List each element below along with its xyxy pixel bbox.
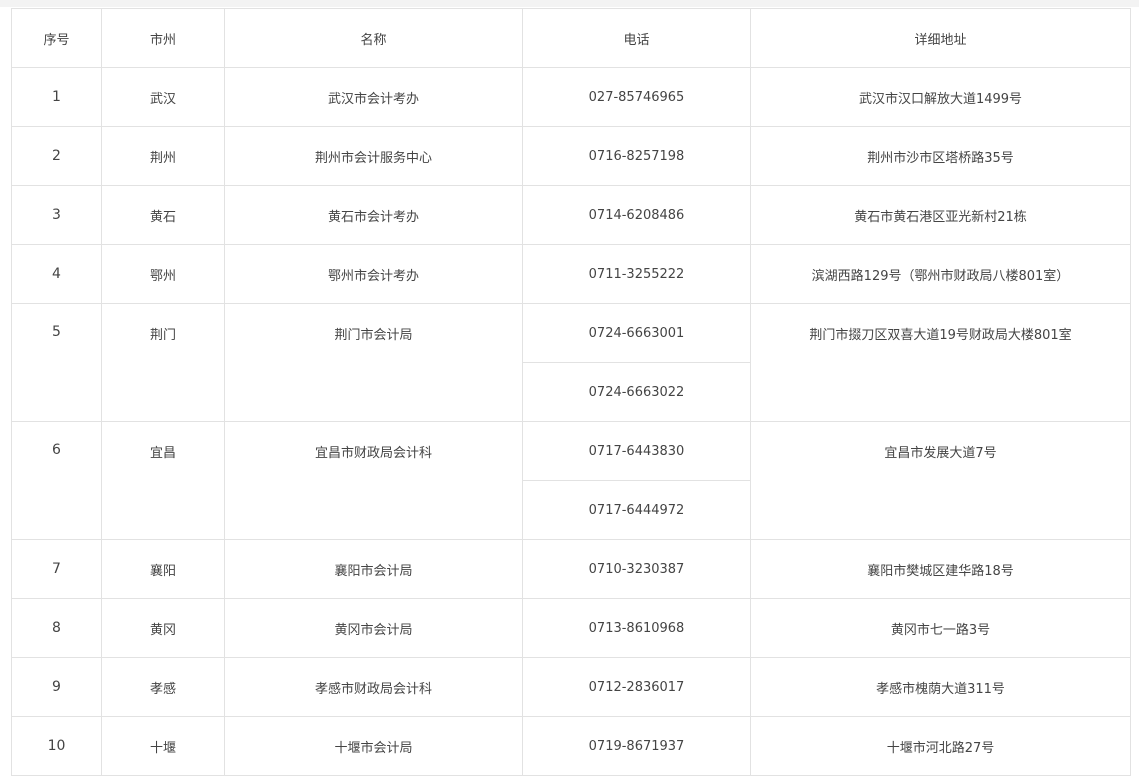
- cell-phone: 0710-3230387: [522, 539, 751, 599]
- table-row: 3 黄石 黄石市会计考办 0714-6208486 黄石市黄石港区亚光新村21栋: [11, 185, 1131, 245]
- content-area: 序号 市州 名称 电话 详细地址 1 武汉 武汉市会计考办 027-857469…: [0, 7, 1139, 776]
- table-row: 9 孝感 孝感市财政局会计科 0712-2836017 孝感市槐荫大道311号: [11, 657, 1131, 717]
- contact-table: 序号 市州 名称 电话 详细地址 1 武汉 武汉市会计考办 027-857469…: [11, 8, 1131, 776]
- cell-name: 十堰市会计局: [224, 716, 523, 776]
- cell-phone: 0714-6208486: [522, 185, 751, 245]
- header-index: 序号: [11, 8, 102, 68]
- header-address: 详细地址: [750, 8, 1131, 68]
- cell-name: 襄阳市会计局: [224, 539, 523, 599]
- header-row: 序号 市州 名称 电话 详细地址: [11, 8, 1131, 68]
- cell-phone: 0717-6444972: [522, 480, 751, 540]
- cell-phone: 0717-6443830: [522, 421, 751, 481]
- cell-city: 鄂州: [101, 244, 225, 304]
- cell-index: 3: [11, 185, 102, 245]
- cell-name: 鄂州市会计考办: [224, 244, 523, 304]
- cell-address: 十堰市河北路27号: [750, 716, 1131, 776]
- cell-address: 荆门市掇刀区双喜大道19号财政局大楼801室: [750, 303, 1131, 422]
- cell-name: 黄冈市会计局: [224, 598, 523, 658]
- cell-name: 荆门市会计局: [224, 303, 523, 422]
- cell-phone: 0711-3255222: [522, 244, 751, 304]
- table-body: 1 武汉 武汉市会计考办 027-85746965 武汉市汉口解放大道1499号…: [11, 67, 1131, 776]
- table-row: 10 十堰 十堰市会计局 0719-8671937 十堰市河北路27号: [11, 716, 1131, 776]
- cell-address: 滨湖西路129号（鄂州市财政局八楼801室）: [750, 244, 1131, 304]
- cell-index: 5: [11, 303, 102, 422]
- cell-index: 4: [11, 244, 102, 304]
- cell-address: 襄阳市樊城区建华路18号: [750, 539, 1131, 599]
- table-row: 5 荆门 荆门市会计局 0724-6663001 荆门市掇刀区双喜大道19号财政…: [11, 303, 1131, 422]
- cell-address: 孝感市槐荫大道311号: [750, 657, 1131, 717]
- cell-city: 十堰: [101, 716, 225, 776]
- cell-city: 武汉: [101, 67, 225, 127]
- cell-city: 宜昌: [101, 421, 225, 540]
- cell-address: 黄石市黄石港区亚光新村21栋: [750, 185, 1131, 245]
- table-row: 4 鄂州 鄂州市会计考办 0711-3255222 滨湖西路129号（鄂州市财政…: [11, 244, 1131, 304]
- cell-index: 6: [11, 421, 102, 540]
- cell-phone: 0713-8610968: [522, 598, 751, 658]
- table-row: 1 武汉 武汉市会计考办 027-85746965 武汉市汉口解放大道1499号: [11, 67, 1131, 127]
- cell-phone: 0716-8257198: [522, 126, 751, 186]
- header-phone: 电话: [522, 8, 751, 68]
- cell-index: 9: [11, 657, 102, 717]
- cell-name: 宜昌市财政局会计科: [224, 421, 523, 540]
- cell-city: 襄阳: [101, 539, 225, 599]
- header-city: 市州: [101, 8, 225, 68]
- table-row: 6 宜昌 宜昌市财政局会计科 0717-6443830 宜昌市发展大道7号: [11, 421, 1131, 540]
- cell-city: 黄石: [101, 185, 225, 245]
- cell-name: 荆州市会计服务中心: [224, 126, 523, 186]
- table-header: 序号 市州 名称 电话 详细地址: [11, 8, 1131, 68]
- cell-city: 黄冈: [101, 598, 225, 658]
- cell-name: 黄石市会计考办: [224, 185, 523, 245]
- cell-phone: 0719-8671937: [522, 716, 751, 776]
- cell-name: 孝感市财政局会计科: [224, 657, 523, 717]
- cell-address: 荆州市沙市区塔桥路35号: [750, 126, 1131, 186]
- cell-index: 10: [11, 716, 102, 776]
- cell-address: 宜昌市发展大道7号: [750, 421, 1131, 540]
- cell-phone: 027-85746965: [522, 67, 751, 127]
- cell-phone: 0724-6663001: [522, 303, 751, 363]
- cell-index: 7: [11, 539, 102, 599]
- cell-index: 1: [11, 67, 102, 127]
- cell-name: 武汉市会计考办: [224, 67, 523, 127]
- cell-index: 8: [11, 598, 102, 658]
- cell-address: 武汉市汉口解放大道1499号: [750, 67, 1131, 127]
- table-row: 8 黄冈 黄冈市会计局 0713-8610968 黄冈市七一路3号: [11, 598, 1131, 658]
- cell-city: 荆州: [101, 126, 225, 186]
- table-row: 2 荆州 荆州市会计服务中心 0716-8257198 荆州市沙市区塔桥路35号: [11, 126, 1131, 186]
- cell-phone: 0712-2836017: [522, 657, 751, 717]
- cell-city: 孝感: [101, 657, 225, 717]
- cell-phone: 0724-6663022: [522, 362, 751, 422]
- header-name: 名称: [224, 8, 523, 68]
- cell-city: 荆门: [101, 303, 225, 422]
- cell-address: 黄冈市七一路3号: [750, 598, 1131, 658]
- table-row: 7 襄阳 襄阳市会计局 0710-3230387 襄阳市樊城区建华路18号: [11, 539, 1131, 599]
- cell-index: 2: [11, 126, 102, 186]
